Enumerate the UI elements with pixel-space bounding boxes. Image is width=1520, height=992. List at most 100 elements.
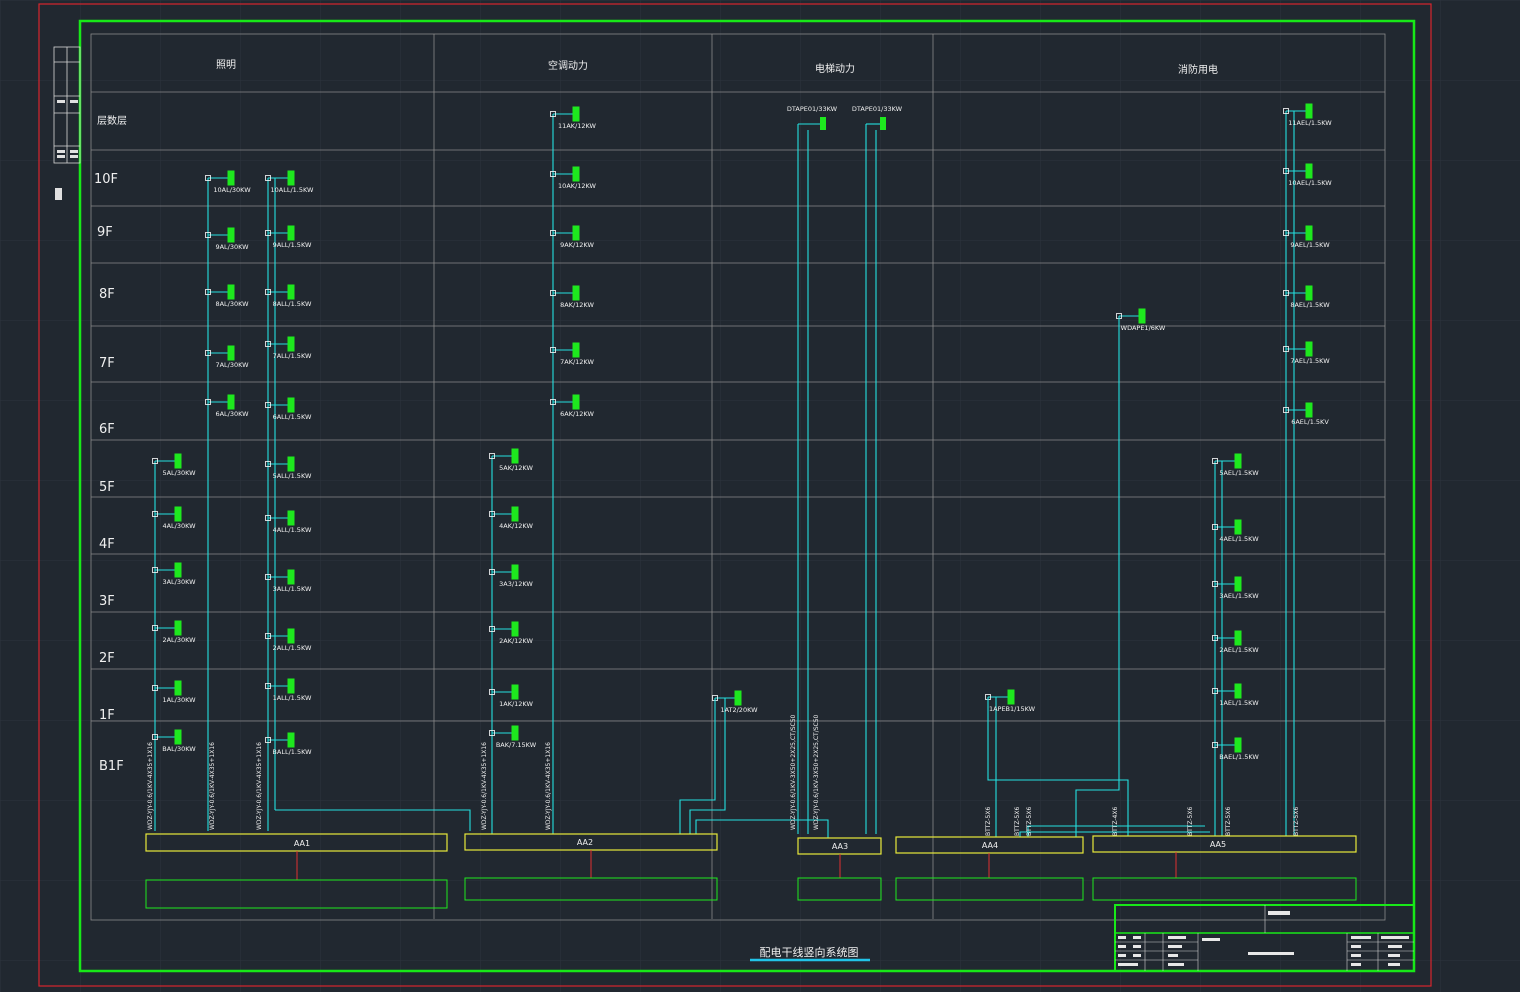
floor-label-5F: 5F: [99, 480, 115, 495]
bus-label-AA2: AA2: [577, 838, 593, 847]
panel-label-fire-high-0: 11AEL/1.5KW: [1288, 119, 1332, 127]
panel-box-emergency-2: [287, 284, 295, 300]
panel-label-lighting-low-3: 2AL/30KW: [162, 636, 196, 644]
drawing-canvas: 照明 空调动力 电梯动力 消防用电 层数层 10F 9F 8F 7F 6F 5F…: [0, 0, 1520, 992]
panel-label-ac-high-0: 11AK/12KW: [558, 122, 596, 130]
panel-label-wdap: WDAPE1/6KW: [1121, 324, 1166, 332]
panel-box-emergency-9: [287, 678, 295, 694]
panel-box-fire-high-5: [1305, 402, 1313, 418]
cable-spec-label-5: WDZ-YJY-0.6/1KV-3X50+2X25,CT/SC50: [790, 714, 797, 830]
panel-box-lighting-low-3: [174, 620, 182, 636]
panel-box-ac-high-4: [572, 342, 580, 358]
panel-box-ac-low-1: [511, 506, 519, 522]
floor-label-7F: 7F: [99, 356, 115, 371]
panel-label-fire-low-4: 1AEL/1.5KW: [1219, 699, 1259, 707]
panel-box-lighting-low-0: [174, 453, 182, 469]
section-elevator-header: 电梯动力: [815, 62, 855, 75]
panel-box-ac-low-4: [511, 684, 519, 700]
panel-box-at1: [734, 690, 742, 706]
panel-box-emergency-8: [287, 628, 295, 644]
elevator-panel-box-0: [820, 117, 826, 130]
panel-box-lighting-high-3: [227, 345, 235, 361]
panel-box-fire-high-0: [1305, 103, 1313, 119]
panel-label-emergency-6: 4ALL/1.5KW: [273, 526, 312, 534]
floor-label-2F: 2F: [99, 651, 115, 666]
elevator-panel-label-1: DTAPE01/33KW: [852, 105, 903, 113]
panel-box-emergency-7: [287, 569, 295, 585]
fire-cable-spec-label-3: BTTZ-4X6: [1112, 807, 1119, 836]
panel-label-ac-low-0: 5AK/12KW: [499, 464, 533, 472]
panel-box-lighting-low-2: [174, 562, 182, 578]
panel-label-ac-high-3: 8AK/12KW: [560, 301, 594, 309]
cable-spec-label-3: WDZ-YJY-0.6/1KV-4X35+1X16: [481, 742, 488, 830]
cable-spec-label-6: WDZ-YJY-0.6/1KV-3X50+2X25,CT/SC50: [813, 714, 820, 830]
panel-box-fire-high-3: [1305, 285, 1313, 301]
panel-label-fire-low-5: BAEL/1.5KW: [1219, 753, 1259, 761]
panel-label-ac-low-2: 3A3/12KW: [499, 580, 533, 588]
panel-box-ac-high-3: [572, 285, 580, 301]
panel-box-fire-high-2: [1305, 225, 1313, 241]
panel-box-lighting-high-1: [227, 227, 235, 243]
floor-label-6F: 6F: [99, 422, 115, 437]
panel-label-fire-high-4: 7AEL/1.5KW: [1290, 357, 1330, 365]
panel-label-ac-low-1: 4AK/12KW: [499, 522, 533, 530]
panel-box-fire-low-4: [1234, 683, 1242, 699]
panel-box-lighting-low-1: [174, 506, 182, 522]
cable-spec-label-0: WDZ-YJY-0.6/1KV-4X35+1X16: [147, 742, 154, 830]
panel-box-ac-low-2: [511, 564, 519, 580]
panel-box-emergency-5: [287, 456, 295, 472]
panel-box-emergency-6: [287, 510, 295, 526]
fire-cable-spec-label-6: BTTZ-5X6: [1293, 807, 1300, 836]
panel-box-fire-high-1: [1305, 163, 1313, 179]
panel-box-fire-low-0: [1234, 453, 1242, 469]
panel-box-lighting-low-4: [174, 680, 182, 696]
floor-label-1F: 1F: [99, 708, 115, 723]
elevator-panel-label-0: DTAPE01/33KW: [787, 105, 838, 113]
panel-box-ac-low-3: [511, 621, 519, 637]
panel-box-ac-high-1: [572, 166, 580, 182]
panel-box-fire-low-3: [1234, 630, 1242, 646]
panel-label-emergency-5: 5ALL/1.5KW: [273, 472, 312, 480]
panel-box-emergency-1: [287, 225, 295, 241]
panel-label-lighting-high-3: 7AL/30KW: [215, 361, 249, 369]
panel-label-ac-low-3: 2AK/12KW: [499, 637, 533, 645]
panel-box-lighting-high-2: [227, 284, 235, 300]
panel-box-lighting-high-0: [227, 170, 235, 186]
panel-label-lighting-high-0: 10AL/30KW: [213, 186, 251, 194]
layer-header: 层数层: [97, 114, 127, 127]
floor-label-8F: 8F: [99, 287, 115, 302]
panel-label-emergency-7: 3ALL/1.5KW: [273, 585, 312, 593]
panel-box-ac-low-0: [511, 448, 519, 464]
panel-label-lighting-low-0: 5AL/30KW: [162, 469, 196, 477]
panel-box-fire-low-1: [1234, 519, 1242, 535]
fire-cable-spec-label-5: BTTZ-5X6: [1225, 807, 1232, 836]
panel-label-ac-low-4: 1AK/12KW: [499, 700, 533, 708]
section-fire-header: 消防用电: [1178, 63, 1218, 76]
bus-label-AA5: AA5: [1210, 840, 1226, 849]
panel-label-fire-low-3: 2AEL/1.5KW: [1219, 646, 1259, 654]
floor-label-4F: 4F: [99, 537, 115, 552]
section-lighting-header: 照明: [216, 59, 236, 71]
panel-label-ac-high-5: 6AK/12KW: [560, 410, 594, 418]
panel-box-ac-high-0: [572, 106, 580, 122]
panel-label-emergency-2: 8ALL/1.5KW: [273, 300, 312, 308]
panel-label-emergency-1: 9ALL/1.5KW: [273, 241, 312, 249]
panel-label-emergency-3: 7ALL/1.5KW: [273, 352, 312, 360]
panel-box-lighting-high-4: [227, 394, 235, 410]
panel-label-lighting-low-4: 1AL/30KW: [162, 696, 196, 704]
panel-box-fire-low-5: [1234, 737, 1242, 753]
panel-box-fire-high-4: [1305, 341, 1313, 357]
panel-box-ac-high-5: [572, 394, 580, 410]
panel-box-emergency-10: [287, 732, 295, 748]
cable-spec-label-2: WDZ-YJY-0.6/1KV-4X35+1X16: [256, 742, 263, 830]
panel-label-fire-low-1: 4AEL/1.5KW: [1219, 535, 1259, 543]
fire-cable-spec-label-0: BTTZ-5X6: [985, 807, 992, 836]
panel-label-emergency-4: 6ALL/1.5KW: [273, 413, 312, 421]
cable-spec-label-4: WDZ-YJY-0.6/1KV-4X35+1X16: [545, 742, 552, 830]
floor-label-B1F: B1F: [99, 759, 124, 774]
panel-label-ac-high-4: 7AK/12KW: [560, 358, 594, 366]
panel-label-fire-high-1: 10AEL/1.5KW: [1288, 179, 1332, 187]
panel-label-at1: 1AT2/20KW: [720, 706, 758, 714]
drawing-title: 配电干线竖向系统图: [760, 945, 859, 959]
fire-cable-spec-label-2: BTTZ-5X6: [1026, 807, 1033, 836]
